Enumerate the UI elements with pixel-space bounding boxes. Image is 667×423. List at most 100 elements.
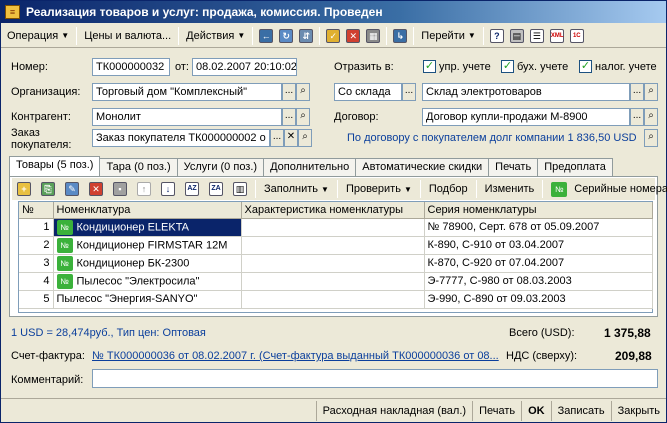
- reflect-mgmt-checkbox[interactable]: ✓: [423, 60, 436, 73]
- tab-containers[interactable]: Тара (0 поз.): [99, 158, 178, 176]
- order-select-button[interactable]: ...: [270, 129, 284, 147]
- end-edit-button[interactable]: ▪: [108, 179, 132, 199]
- warehouse-select-button[interactable]: ...: [630, 83, 644, 101]
- order-field[interactable]: Заказ покупателя ТК000000002 о: [92, 129, 270, 147]
- prices-button[interactable]: Цены и валюта...: [80, 26, 175, 46]
- number-field[interactable]: ТК000000032: [92, 58, 170, 76]
- characteristic-cell[interactable]: [241, 272, 425, 291]
- add-row-button[interactable]: +: [12, 179, 36, 199]
- characteristic-cell[interactable]: [241, 236, 425, 255]
- currency-rate-link[interactable]: 1 USD = 28,474руб., Тип цен: Оптовая: [11, 327, 206, 339]
- save-button[interactable]: Записать: [550, 400, 611, 421]
- tab-prepayment[interactable]: Предоплата: [537, 158, 613, 176]
- warehouse-field[interactable]: Склад электротоваров: [422, 83, 630, 101]
- operation-menu[interactable]: Операция ▼: [3, 26, 73, 46]
- print-button[interactable]: Печать: [472, 400, 521, 421]
- 1c-button[interactable]: 1C: [567, 26, 587, 46]
- pick-button[interactable]: Подбор: [424, 179, 473, 199]
- contract-clear-button[interactable]: ⌕: [644, 108, 658, 126]
- contract-field[interactable]: Договор купли-продажи М-8900: [422, 108, 630, 126]
- debt-info-link[interactable]: По договору с покупателем долг компании …: [347, 132, 637, 144]
- comment-field[interactable]: [92, 369, 658, 388]
- structure-button[interactable]: ⇵: [296, 26, 316, 46]
- unpost-document-icon: ✕: [346, 28, 361, 43]
- column-header[interactable]: Серия номенклатуры: [424, 202, 653, 219]
- calc-button[interactable]: ▤: [507, 26, 527, 46]
- edit-row-button[interactable]: ✎: [60, 179, 84, 199]
- post-button[interactable]: ✓: [323, 26, 343, 46]
- invoice-link[interactable]: № ТК000000036 от 08.02.2007 г. (Счет-фак…: [92, 350, 499, 362]
- from-warehouse-select-button[interactable]: ...: [402, 83, 416, 101]
- contractor-select-button[interactable]: ...: [282, 108, 296, 126]
- tab-goods[interactable]: Товары (5 поз.): [9, 156, 101, 176]
- characteristic-cell[interactable]: [241, 218, 425, 237]
- tab-additional[interactable]: Дополнительно: [263, 158, 357, 176]
- list-icon: ☰: [529, 28, 544, 43]
- org-select-button[interactable]: ...: [282, 83, 296, 101]
- contract-select-button[interactable]: ...: [630, 108, 644, 126]
- nomenclature-cell[interactable]: № Кондиционер FIRMSTAR 12M: [53, 236, 242, 255]
- unpost-button[interactable]: ✕: [343, 26, 363, 46]
- sort-asc-button[interactable]: AZ: [180, 179, 204, 199]
- column-header[interactable]: Характеристика номенклатуры: [241, 202, 425, 219]
- warehouse-clear-button[interactable]: ⌕: [644, 83, 658, 101]
- goto-menu[interactable]: Перейти ▼: [417, 26, 480, 46]
- chevron-down-icon: ▼: [403, 184, 412, 194]
- ok-button[interactable]: OK: [521, 400, 551, 421]
- move-down-button[interactable]: ↓: [156, 179, 180, 199]
- org-field[interactable]: Торговый дом "Комплексный": [92, 83, 282, 101]
- org-clear-button[interactable]: ⌕: [296, 83, 310, 101]
- table-row[interactable]: 1 № Кондиционер ELEKTA № 78900, Серт. 678 о…: [19, 218, 653, 237]
- nomenclature-cell[interactable]: № Кондиционер ELEKTA: [53, 218, 242, 237]
- contractor-field[interactable]: Монолит: [92, 108, 282, 126]
- column-header[interactable]: №: [19, 202, 54, 219]
- move-to-first-button[interactable]: ←: [256, 26, 276, 46]
- list-button[interactable]: ☰: [527, 26, 547, 46]
- series-cell[interactable]: Э-7777, С-980 от 08.03.2003: [424, 272, 653, 291]
- nomenclature-cell[interactable]: Пылесос "Энергия-SANYO": [53, 290, 242, 309]
- debt-info-button[interactable]: ⌕: [644, 129, 658, 147]
- barcode-button[interactable]: ▥: [228, 179, 252, 199]
- order-clear-button[interactable]: ✕: [284, 129, 298, 147]
- contractor-clear-button[interactable]: ⌕: [296, 108, 310, 126]
- edit-button[interactable]: Изменить: [480, 179, 540, 199]
- from-warehouse-field[interactable]: Со склада: [334, 83, 402, 101]
- series-cell[interactable]: К-890, С-910 от 03.04.2007: [424, 236, 653, 255]
- sort-desc-button[interactable]: ZA: [204, 179, 228, 199]
- characteristic-cell[interactable]: [241, 254, 425, 273]
- reread-button[interactable]: ↻: [276, 26, 296, 46]
- check-menu[interactable]: Проверить ▼: [341, 179, 417, 199]
- tab-auto-discounts[interactable]: Автоматические скидки: [355, 158, 490, 176]
- copy-row-button[interactable]: ⎘: [36, 179, 60, 199]
- xml-button[interactable]: XML: [547, 26, 567, 46]
- column-header[interactable]: Номенклатура: [53, 202, 242, 219]
- order-search-button[interactable]: ⌕: [298, 129, 312, 147]
- tab-services[interactable]: Услуги (0 поз.): [176, 158, 265, 176]
- window-title: Реализация товаров и услуг: продажа, ком…: [26, 5, 383, 19]
- table-row[interactable]: 5 Пылесос "Энергия-SANYO" Э-990, С-890 от …: [19, 290, 653, 309]
- edit-row-icon: ✎: [65, 182, 79, 196]
- reflect-acc-checkbox[interactable]: ✓: [501, 60, 514, 73]
- nomenclature-cell[interactable]: № Кондиционер БК-2300: [53, 254, 242, 273]
- serials-button[interactable]: № Серийные номера: [546, 179, 667, 199]
- enter-based-button[interactable]: ↳: [390, 26, 410, 46]
- actions-menu[interactable]: Действия ▼: [182, 26, 249, 46]
- series-cell[interactable]: Э-990, С-890 от 09.03.2003: [424, 290, 653, 309]
- series-cell[interactable]: № 78900, Серт. 678 от 05.09.2007: [424, 218, 653, 237]
- table-row[interactable]: 4 № Пылесос "Электросила" Э-7777, С-980 от …: [19, 272, 653, 291]
- reflect-tax-checkbox[interactable]: ✓: [579, 60, 592, 73]
- waybill-button[interactable]: Расходная накладная (вал.): [315, 400, 472, 421]
- fill-menu[interactable]: Заполнить ▼: [259, 179, 334, 199]
- date-field[interactable]: 08.02.2007 20:10:02: [192, 58, 297, 76]
- move-up-button[interactable]: ↑: [132, 179, 156, 199]
- table-row[interactable]: 3 № Кондиционер БК-2300 К-870, С-920 от 07.…: [19, 254, 653, 273]
- tab-print[interactable]: Печать: [488, 158, 539, 176]
- delete-row-button[interactable]: ✕: [84, 179, 108, 199]
- help-button[interactable]: ?: [487, 26, 507, 46]
- close-button[interactable]: Закрыть: [610, 400, 666, 421]
- nomenclature-cell[interactable]: № Пылесос "Электросила": [53, 272, 242, 291]
- characteristic-cell[interactable]: [241, 290, 425, 309]
- series-cell[interactable]: К-870, С-920 от 07.04.2007: [424, 254, 653, 273]
- movements-button[interactable]: ▦: [363, 26, 383, 46]
- table-row[interactable]: 2 № Кондиционер FIRMSTAR 12M К-890, С-910 о…: [19, 236, 653, 255]
